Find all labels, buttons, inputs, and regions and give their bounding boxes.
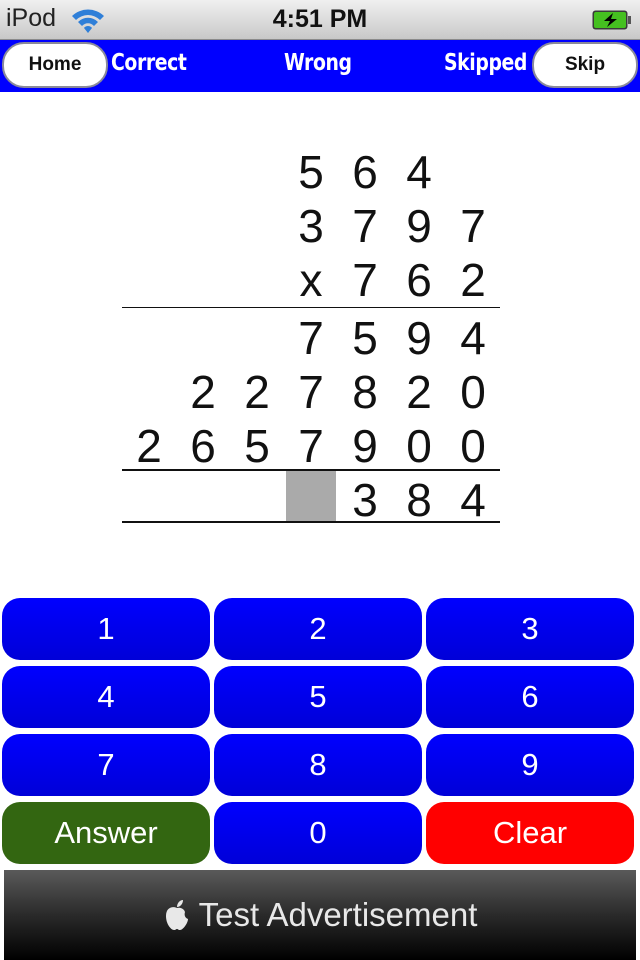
digit-cell: 2 bbox=[406, 366, 432, 418]
answer-row: 384 bbox=[122, 468, 500, 526]
correct-label: Correct bbox=[111, 50, 187, 76]
digit-cell: 6 bbox=[190, 420, 216, 472]
multiplier-row: x762 bbox=[122, 248, 500, 306]
digit-cell: 9 bbox=[352, 420, 378, 472]
answer-underline bbox=[122, 521, 500, 523]
key-5[interactable]: 5 bbox=[214, 666, 422, 728]
partial-product-row: 7594 bbox=[122, 306, 500, 364]
key-6[interactable]: 6 bbox=[426, 666, 634, 728]
key-7[interactable]: 7 bbox=[2, 734, 210, 796]
digit-cell: 8 bbox=[406, 474, 432, 526]
digit-cell bbox=[122, 194, 176, 248]
digit-cell bbox=[176, 306, 230, 360]
wrong-label: Wrong bbox=[284, 50, 352, 76]
digit-cell bbox=[230, 140, 284, 194]
digit-cell bbox=[122, 468, 176, 522]
skip-button[interactable]: Skip bbox=[532, 42, 638, 88]
digit-cell: 4 bbox=[406, 146, 432, 198]
digit-cell: 5 bbox=[298, 146, 324, 198]
digit-cell bbox=[284, 468, 338, 522]
digit-cell: 4 bbox=[460, 474, 486, 526]
status-bar: iPod 4:51 PM bbox=[0, 0, 640, 40]
key-1[interactable]: 1 bbox=[2, 598, 210, 660]
carry-row: 564 bbox=[122, 140, 500, 198]
digit-cell: 7 bbox=[352, 254, 378, 306]
digit-cell: 2 bbox=[190, 366, 216, 418]
digit-cell bbox=[230, 468, 284, 522]
digit-cell: 5 bbox=[352, 312, 378, 364]
digit-cell bbox=[230, 194, 284, 248]
digit-cell bbox=[122, 360, 176, 414]
key-8[interactable]: 8 bbox=[214, 734, 422, 796]
digit-cell: 9 bbox=[406, 312, 432, 364]
digit-cell: 7 bbox=[352, 200, 378, 252]
digit-cell: 0 bbox=[406, 420, 432, 472]
digit-cell: 7 bbox=[460, 200, 486, 252]
key-2[interactable]: 2 bbox=[214, 598, 422, 660]
apple-icon bbox=[165, 900, 188, 930]
digit-cell: 3 bbox=[298, 200, 324, 252]
clock: 4:51 PM bbox=[272, 5, 368, 33]
clear-button[interactable]: Clear bbox=[426, 802, 634, 864]
digit-cell: 6 bbox=[352, 146, 378, 198]
digit-cell: 0 bbox=[460, 366, 486, 418]
digit-cell bbox=[122, 140, 176, 194]
digit-cell: 5 bbox=[244, 420, 270, 472]
digit-cell bbox=[176, 468, 230, 522]
digit-cell bbox=[176, 194, 230, 248]
digit-cell: 2 bbox=[244, 366, 270, 418]
home-button[interactable]: Home bbox=[2, 42, 108, 88]
key-3[interactable]: 3 bbox=[426, 598, 634, 660]
digit-cell: 2 bbox=[136, 420, 162, 472]
digit-cell bbox=[122, 306, 176, 360]
digit-cell bbox=[176, 248, 230, 302]
key-9[interactable]: 9 bbox=[426, 734, 634, 796]
digit-cell bbox=[176, 140, 230, 194]
digit-cell: 7 bbox=[298, 366, 324, 418]
key-0[interactable]: 0 bbox=[214, 802, 422, 864]
digit-cell: 0 bbox=[460, 420, 486, 472]
digit-cell: 7 bbox=[298, 420, 324, 472]
ad-banner[interactable]: Test Advertisement bbox=[4, 870, 636, 960]
partial-product-row: 2657900 bbox=[122, 414, 500, 472]
digit-cell: 3 bbox=[352, 474, 378, 526]
partial-product-row: 227820 bbox=[122, 360, 500, 418]
skipped-label: Skipped bbox=[444, 50, 528, 76]
score-bar: Home Correct Wrong Skipped Skip bbox=[0, 40, 640, 92]
digit-cell: 6 bbox=[406, 254, 432, 306]
key-4[interactable]: 4 bbox=[2, 666, 210, 728]
digit-cell: 4 bbox=[460, 312, 486, 364]
product-divider bbox=[122, 307, 500, 308]
answer-button[interactable]: Answer bbox=[2, 802, 210, 864]
multiplicand-row: 3797 bbox=[122, 194, 500, 252]
digit-cell: 8 bbox=[352, 366, 378, 418]
battery-charging-icon bbox=[592, 10, 631, 30]
ad-text: Test Advertisement bbox=[198, 896, 478, 933]
digit-cell bbox=[230, 248, 284, 302]
digit-cell: 2 bbox=[460, 254, 486, 306]
digit-cell bbox=[230, 306, 284, 360]
digit-cell bbox=[446, 140, 500, 194]
digit-cell bbox=[122, 248, 176, 302]
digit-cell: 7 bbox=[298, 312, 324, 364]
digit-cell: 9 bbox=[406, 200, 432, 252]
multiply-sign: x bbox=[299, 254, 323, 306]
